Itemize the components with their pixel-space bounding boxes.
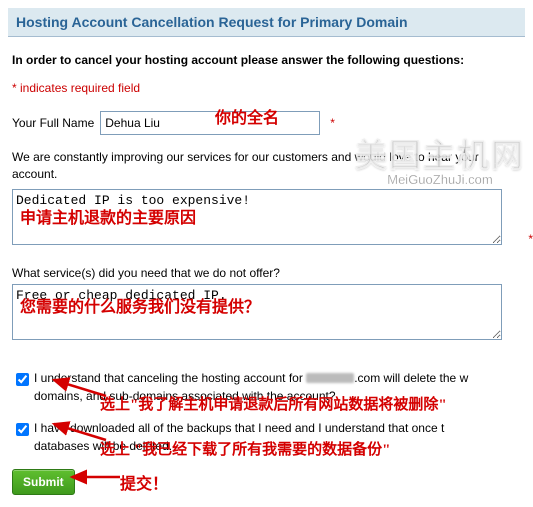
full-name-input[interactable] <box>100 111 320 135</box>
check2-text: I have downloaded all of the backups tha… <box>34 421 444 435</box>
required-asterisk: * <box>528 232 533 246</box>
check1-text-post: .com will delete the w <box>354 371 468 385</box>
required-note: * indicates required field <box>12 81 521 95</box>
check1-text-line2: domains, and sub-domains associated with… <box>34 389 336 403</box>
understand-delete-checkbox[interactable] <box>16 373 29 386</box>
submit-button[interactable]: Submit <box>12 469 75 495</box>
downloaded-backups-checkbox[interactable] <box>16 423 29 436</box>
lead-text: In order to cancel your hosting account … <box>12 53 521 67</box>
page-title: Hosting Account Cancellation Request for… <box>16 14 517 30</box>
reason-textarea[interactable] <box>12 189 502 245</box>
service-question: What service(s) did you need that we do … <box>12 266 521 280</box>
required-asterisk: * <box>330 116 335 130</box>
service-textarea[interactable] <box>12 284 502 340</box>
page-header: Hosting Account Cancellation Request for… <box>8 8 525 37</box>
check2-text-line2: databases will be deleted. <box>34 439 172 453</box>
improve-text: We are constantly improving our services… <box>12 149 521 183</box>
full-name-label: Your Full Name <box>12 116 94 130</box>
check1-text-pre: I understand that canceling the hosting … <box>34 371 306 385</box>
redacted-domain <box>306 373 354 383</box>
